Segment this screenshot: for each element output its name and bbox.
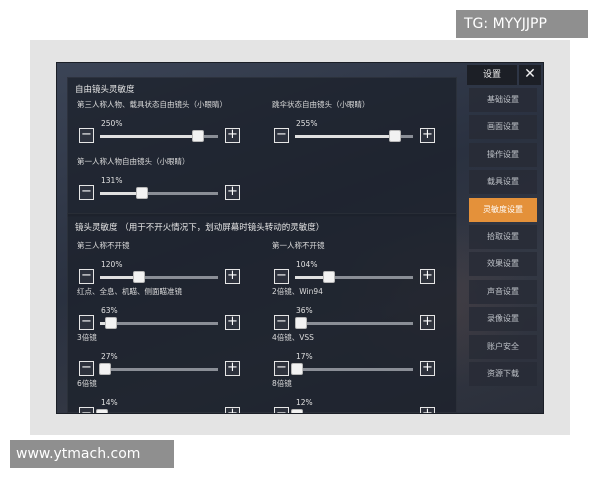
- scope-value-0: 120%: [101, 260, 123, 269]
- settings-title: 设置: [467, 65, 517, 85]
- scope-minus-button-1[interactable]: −: [274, 269, 289, 284]
- free-look-slider-track-0[interactable]: [100, 130, 218, 142]
- sidebar-item-8[interactable]: 录像设置: [469, 307, 537, 332]
- sidebar-item-3[interactable]: 载具设置: [469, 170, 537, 195]
- scope-plus-button-6[interactable]: +: [225, 407, 240, 413]
- free-look-minus-button-2[interactable]: −: [79, 185, 94, 200]
- free-look-title: 自由镜头灵敏度: [75, 85, 135, 95]
- scope-slider-thumb-2[interactable]: [105, 317, 117, 329]
- scope-slider-track-1[interactable]: [295, 271, 413, 283]
- scope-slider-thumb-3[interactable]: [295, 317, 307, 329]
- scope-plus-button-2[interactable]: +: [225, 315, 240, 330]
- sidebar-item-1[interactable]: 画面设置: [469, 115, 537, 140]
- scope-minus-button-6[interactable]: −: [79, 407, 94, 413]
- sidebar-item-6[interactable]: 效果设置: [469, 252, 537, 277]
- scope-slider-thumb-4[interactable]: [99, 363, 111, 375]
- sidebar-item-5[interactable]: 拾取设置: [469, 225, 537, 249]
- settings-sidebar: 设置 ✕ 基础设置画面设置 操作设置载具设置 灵敏度设置拾取设置效果设置 声音设置录像…: [467, 65, 543, 413]
- scope-label-2: 红点、全息、机瞄、侧面瞄准镜: [77, 287, 182, 296]
- scope-value-1: 104%: [296, 260, 318, 269]
- scope-slider-thumb-1[interactable]: [323, 271, 335, 283]
- sidebar-item-9[interactable]: 账户安全: [469, 334, 537, 359]
- site-watermark: www.ytmach.com: [10, 440, 174, 468]
- scope-label-6: 6倍镜: [77, 379, 97, 388]
- scope-value-6: 14%: [101, 398, 118, 407]
- scope-minus-button-0[interactable]: −: [79, 269, 94, 284]
- scope-minus-button-5[interactable]: −: [274, 361, 289, 376]
- free-look-slider-track-1[interactable]: [295, 130, 413, 142]
- game-settings-screen: 自由镜头灵敏度 镜头灵敏度 （用于不开火情况下，划动屏幕时镜头转动的灵敏度） 第…: [56, 62, 544, 414]
- scope-label-1: 第一人称不开镜: [272, 241, 325, 250]
- free-look-minus-button-1[interactable]: −: [274, 128, 289, 143]
- scope-slider-track-3[interactable]: [295, 317, 413, 329]
- free-look-plus-button-1[interactable]: +: [420, 128, 435, 143]
- free-look-value-1: 255%: [296, 119, 318, 128]
- scope-sensitivity-title: 镜头灵敏度 （用于不开火情况下，划动屏幕时镜头转动的灵敏度）: [75, 223, 325, 233]
- scope-plus-button-4[interactable]: +: [225, 361, 240, 376]
- scope-minus-button-2[interactable]: −: [79, 315, 94, 330]
- scope-label-0: 第三人称不开镜: [77, 241, 130, 250]
- free-look-slider-fill-1: [295, 135, 395, 138]
- free-look-panel: [67, 77, 457, 217]
- sidebar-item-4[interactable]: 灵敏度设置: [469, 197, 537, 222]
- scope-label-4: 3倍镜: [77, 333, 97, 342]
- scope-plus-button-1[interactable]: +: [420, 269, 435, 284]
- scope-plus-button-0[interactable]: +: [225, 269, 240, 284]
- scope-label-7: 8倍镜: [272, 379, 292, 388]
- scope-slider-track-5[interactable]: [291, 363, 413, 375]
- scope-minus-button-7[interactable]: −: [274, 407, 289, 413]
- close-icon[interactable]: ✕: [519, 65, 541, 85]
- scope-minus-button-3[interactable]: −: [274, 315, 289, 330]
- scope-label-3: 2倍镜、Win94: [272, 287, 323, 296]
- scope-plus-button-5[interactable]: +: [420, 361, 435, 376]
- free-look-label-0: 第三人称人物、载具状态自由镜头（小眼睛）: [77, 100, 227, 109]
- scope-value-2: 63%: [101, 306, 118, 315]
- scope-slider-thumb-5[interactable]: [291, 363, 303, 375]
- scope-plus-button-7[interactable]: +: [420, 407, 435, 413]
- free-look-value-2: 131%: [101, 176, 123, 185]
- scope-minus-button-4[interactable]: −: [79, 361, 94, 376]
- free-look-minus-button-0[interactable]: −: [79, 128, 94, 143]
- free-look-slider-thumb-2[interactable]: [136, 187, 148, 199]
- free-look-slider-fill-0: [100, 135, 198, 138]
- free-look-plus-button-0[interactable]: +: [225, 128, 240, 143]
- scope-slider-track-0[interactable]: [100, 271, 218, 283]
- free-look-slider-thumb-0[interactable]: [192, 130, 204, 142]
- sidebar-item-2[interactable]: 操作设置: [469, 142, 537, 167]
- scope-slider-thumb-7[interactable]: [291, 409, 303, 413]
- sidebar-item-10[interactable]: 资源下载: [469, 362, 537, 386]
- free-look-slider-thumb-1[interactable]: [389, 130, 401, 142]
- page: TG: MYYJJPP 自由镜头灵敏度 镜头灵敏度 （用于不开火情况下，划动屏幕…: [0, 0, 600, 480]
- scope-value-5: 17%: [296, 352, 313, 361]
- sidebar-item-7[interactable]: 声音设置: [469, 279, 537, 304]
- tg-watermark: TG: MYYJJPP: [456, 10, 588, 38]
- free-look-slider-track-2[interactable]: [100, 187, 218, 199]
- free-look-label-2: 第一人称人物自由镜头（小眼睛）: [77, 157, 190, 166]
- scope-value-4: 27%: [101, 352, 118, 361]
- scope-slider-track-4[interactable]: [99, 363, 218, 375]
- free-look-plus-button-2[interactable]: +: [225, 185, 240, 200]
- scope-value-7: 12%: [296, 398, 313, 407]
- sidebar-item-0[interactable]: 基础设置: [469, 88, 537, 112]
- scope-slider-thumb-6[interactable]: [96, 409, 108, 413]
- free-look-value-0: 250%: [101, 119, 123, 128]
- scope-label-5: 4倍镜、VSS: [272, 333, 314, 342]
- scope-slider-track-2[interactable]: [100, 317, 218, 329]
- scope-value-3: 36%: [296, 306, 313, 315]
- scope-slider-thumb-0[interactable]: [133, 271, 145, 283]
- free-look-label-1: 跳伞状态自由镜头（小眼睛）: [272, 100, 370, 109]
- scope-plus-button-3[interactable]: +: [420, 315, 435, 330]
